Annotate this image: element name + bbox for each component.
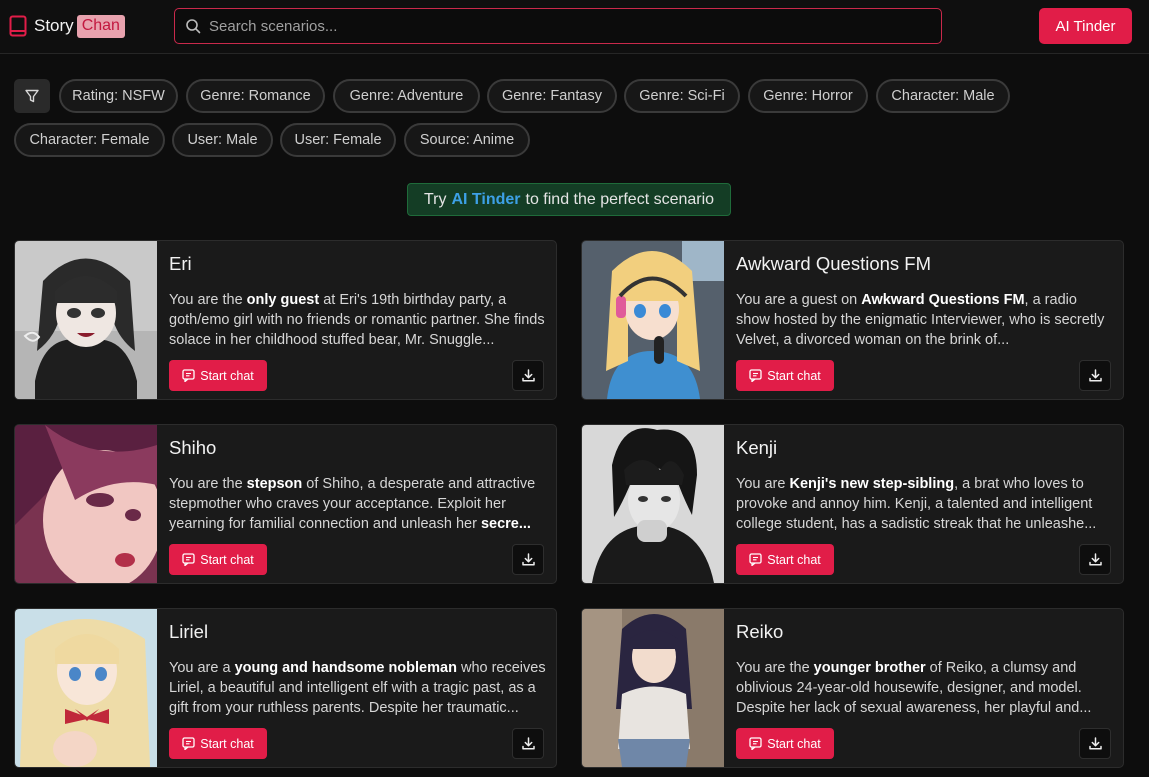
card-image[interactable] [582,241,724,399]
start-chat-button[interactable]: Start chat [736,360,834,391]
start-chat-label: Start chat [200,736,254,751]
start-chat-label: Start chat [767,368,821,383]
card-description: You are a guest on Awkward Questions FM,… [736,290,1114,350]
filter-chip[interactable]: Genre: Romance [186,79,325,113]
download-icon [521,369,535,382]
card-title: Awkward Questions FM [736,253,931,274]
filter-chip[interactable]: User: Male [172,123,273,157]
description-emphasis: stepson [246,476,303,492]
download-icon [1088,553,1102,566]
logo-text: Story [34,16,74,35]
filter-chip[interactable]: Character: Male [876,79,1010,113]
description-text: You are the [169,476,247,492]
scenario-card[interactable]: Eri You are the only guest at Eri's 19th… [14,240,557,400]
card-image[interactable] [582,425,724,583]
scenario-card[interactable]: Shiho You are the stepson of Shiho, a de… [14,424,557,584]
start-chat-label: Start chat [767,736,821,751]
description-text: You are a guest on [736,292,862,308]
search-bar[interactable] [174,8,942,44]
description-text: You are the [169,292,247,308]
start-chat-label: Start chat [767,552,821,567]
filter-chip[interactable]: User: Female [280,123,396,157]
download-button[interactable] [1079,728,1111,759]
chat-icon [749,737,762,750]
description-emphasis: Awkward Questions FM [861,292,1025,308]
chat-icon [749,369,762,382]
scenario-card[interactable]: Reiko You are the younger brother of Rei… [581,608,1124,768]
download-icon [1088,737,1102,750]
card-description: You are the younger brother of Reiko, a … [736,658,1114,718]
filter-chip[interactable]: Genre: Horror [748,79,868,113]
card-image[interactable] [582,609,724,767]
chat-icon [749,553,762,566]
card-description: You are Kenji's new step-sibling, a brat… [736,474,1114,534]
card-description: You are the only guest at Eri's 19th bir… [169,290,547,350]
filter-chip[interactable]: Genre: Sci-Fi [624,79,740,113]
top-header: Story Chan AI Tinder [0,0,1149,54]
card-title: Eri [169,253,192,274]
download-button[interactable] [512,360,544,391]
logo[interactable]: Story Chan [9,13,125,39]
description-text: You are the [736,660,814,676]
chat-icon [182,553,195,566]
download-icon [521,553,535,566]
start-chat-button[interactable]: Start chat [169,360,267,391]
scenario-card[interactable]: Kenji You are Kenji's new step-sibling, … [581,424,1124,584]
filter-chip[interactable]: Genre: Adventure [333,79,480,113]
scenario-card[interactable]: Liriel You are a young and handsome nobl… [14,608,557,768]
filter-button[interactable] [14,79,50,113]
card-image[interactable] [15,609,157,767]
promo-link[interactable]: AI Tinder [451,191,520,209]
card-image[interactable] [15,425,157,583]
chat-icon [182,737,195,750]
start-chat-button[interactable]: Start chat [736,544,834,575]
search-input[interactable] [209,17,941,35]
card-title: Liriel [169,621,209,642]
download-button[interactable] [1079,360,1111,391]
download-button[interactable] [512,728,544,759]
filter-chip[interactable]: Character: Female [14,123,165,157]
description-emphasis: secre... [480,516,531,532]
search-icon [186,19,201,34]
promo-banner: Try AI Tinder to find the perfect scenar… [407,183,731,216]
card-description: You are a young and handsome nobleman wh… [169,658,547,718]
start-chat-label: Start chat [200,552,254,567]
filter-chip[interactable]: Genre: Fantasy [487,79,617,113]
chat-icon [182,369,195,382]
download-button[interactable] [1079,544,1111,575]
start-chat-label: Start chat [200,368,254,383]
ai-tinder-button[interactable]: AI Tinder [1039,8,1132,44]
card-title: Kenji [736,437,778,458]
scenario-card[interactable]: Awkward Questions FM You are a guest on … [581,240,1124,400]
description-text: You are a [169,660,235,676]
description-emphasis: young and handsome nobleman [234,660,457,676]
description-emphasis: younger brother [813,660,926,676]
description-emphasis: only guest [246,292,320,308]
filter-chip[interactable]: Rating: NSFW [59,79,178,113]
start-chat-button[interactable]: Start chat [169,544,267,575]
description-text: You are [736,476,790,492]
start-chat-button[interactable]: Start chat [736,728,834,759]
download-button[interactable] [512,544,544,575]
promo-text-post: to find the perfect scenario [525,190,715,208]
logo-badge: Chan [76,14,125,38]
card-description: You are the stepson of Shiho, a desperat… [169,474,547,534]
start-chat-button[interactable]: Start chat [169,728,267,759]
card-title: Reiko [736,621,784,642]
description-emphasis: Kenji's new step-sibling [789,476,955,492]
promo-text-pre: Try [423,190,447,208]
filter-chip[interactable]: Source: Anime [404,123,530,157]
card-image[interactable] [15,241,157,399]
download-icon [521,737,535,750]
download-icon [1088,369,1102,382]
card-title: Shiho [169,437,217,458]
book-icon [9,15,27,37]
filter-icon [25,89,39,103]
